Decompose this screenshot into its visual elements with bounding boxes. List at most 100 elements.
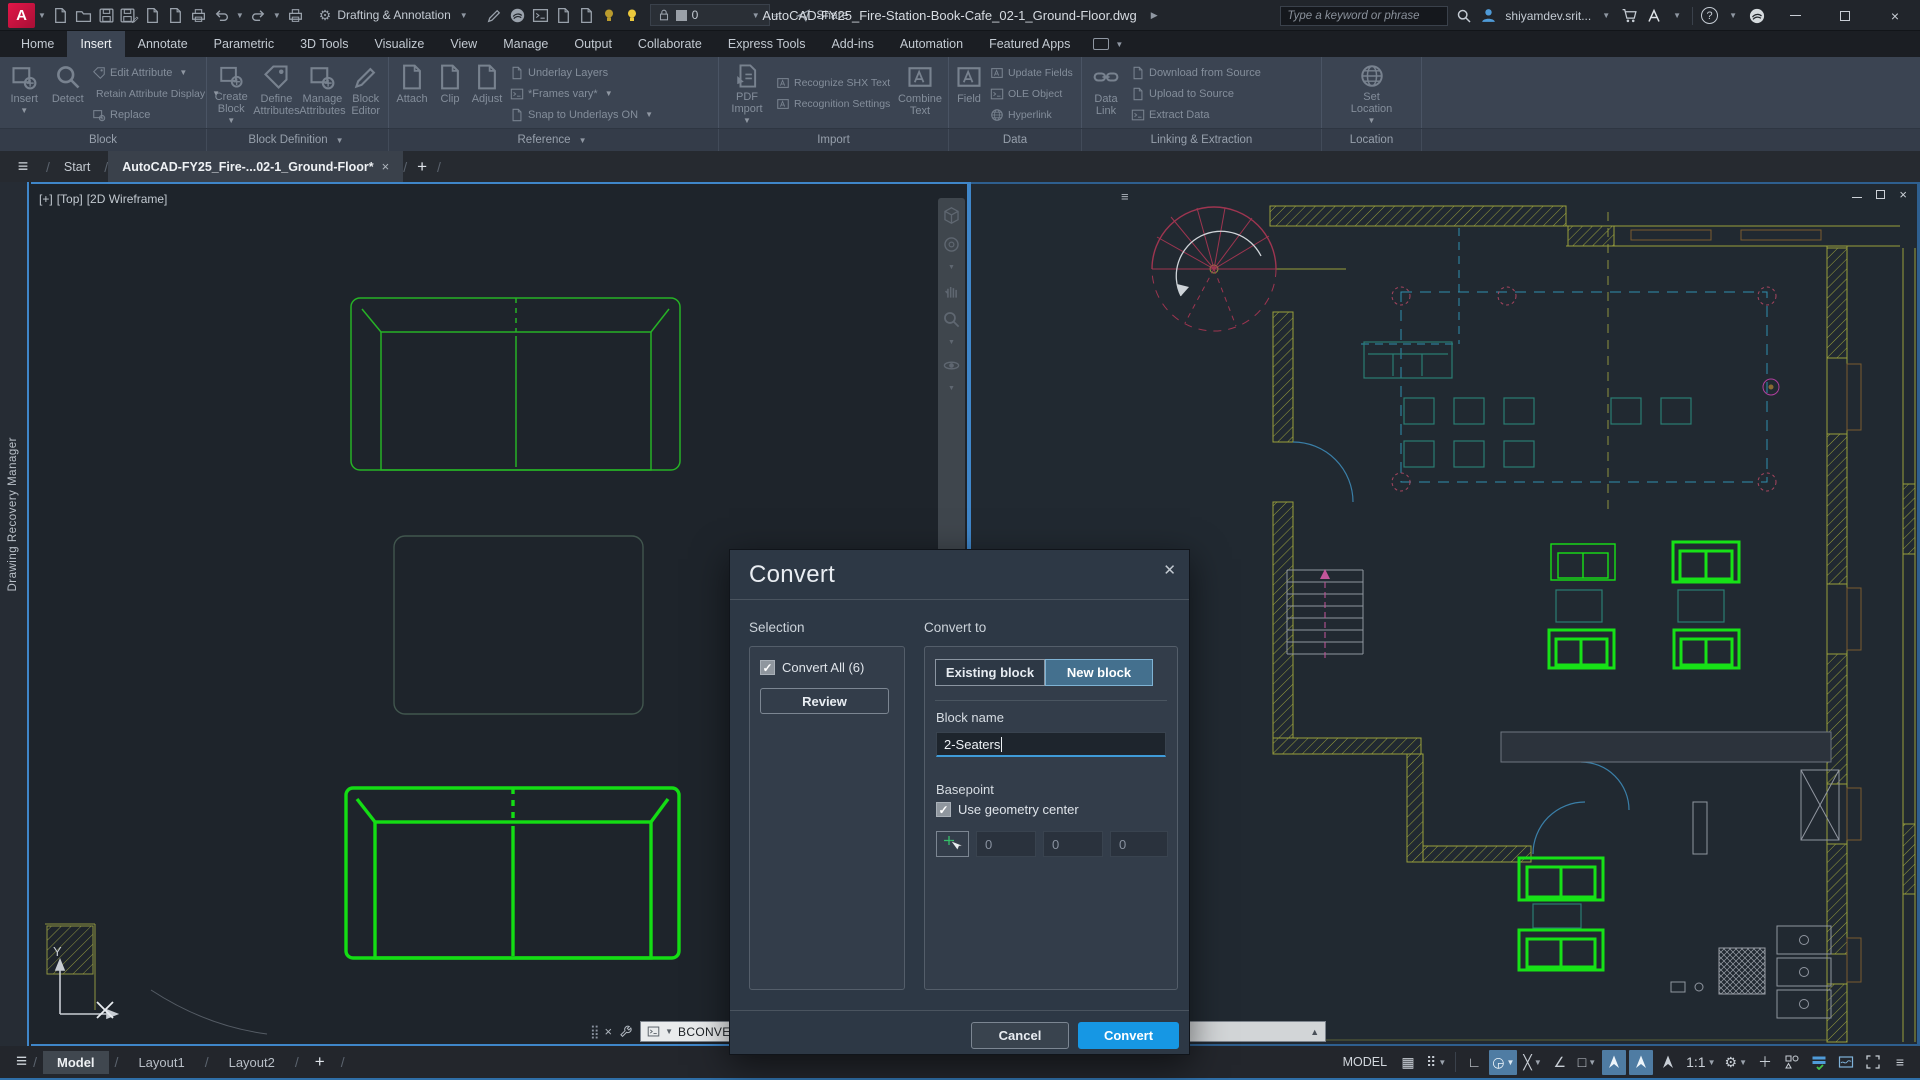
pan-hand-icon[interactable] — [942, 281, 961, 300]
layout-menu-icon[interactable]: ≡ — [16, 1051, 27, 1073]
recognition-settings-button[interactable]: Recognition Settings — [776, 95, 892, 113]
workspace-plus-icon[interactable]: ＋ — [1753, 1050, 1777, 1075]
tab-featured-apps[interactable]: Featured Apps — [976, 31, 1083, 57]
open-file-icon[interactable] — [72, 4, 95, 27]
app-menu-button[interactable]: A — [8, 3, 35, 28]
lineweight-icon[interactable] — [1656, 1050, 1680, 1075]
convert-button[interactable]: Convert — [1078, 1022, 1179, 1049]
pane-close-icon[interactable]: × — [1899, 187, 1907, 202]
basepoint-z-input[interactable] — [1110, 831, 1168, 857]
navbar-arrow3-icon[interactable]: ▼ — [948, 385, 955, 392]
command-history-expand-icon[interactable]: ▲ — [1310, 1027, 1319, 1037]
help-icon[interactable]: ? — [1701, 7, 1718, 24]
close-button[interactable]: × — [1874, 0, 1916, 31]
panel-label-data[interactable]: Data — [949, 129, 1082, 151]
plot-icon[interactable] — [187, 4, 210, 27]
panel-label-location[interactable]: Location — [1322, 129, 1422, 151]
command-dock-grip[interactable]: ⣿ — [590, 1024, 598, 1040]
attach-button[interactable]: Attach — [391, 60, 433, 127]
autodesk-logo-icon[interactable] — [1646, 8, 1662, 24]
block-editor-button[interactable]: Block Editor — [345, 60, 386, 127]
navigation-wheel-icon[interactable] — [942, 235, 961, 254]
replace-button[interactable]: Replace — [92, 106, 201, 124]
tab-express-tools[interactable]: Express Tools — [715, 31, 819, 57]
render-icon[interactable] — [506, 4, 529, 27]
hyperlink-button[interactable]: Hyperlink — [990, 106, 1076, 124]
tab-output[interactable]: Output — [561, 31, 625, 57]
panel-label-block[interactable]: Block — [0, 129, 207, 151]
undo-arrow-icon[interactable]: ▼ — [236, 11, 244, 20]
title-chevron-icon[interactable]: ▶ — [1151, 10, 1158, 21]
update-fields-button[interactable]: Update Fields — [990, 64, 1076, 82]
block-name-input[interactable]: 2-Seaters — [936, 732, 1166, 757]
dialog-close-icon[interactable]: ✕ — [1163, 561, 1176, 579]
data-link-button[interactable]: Data Link — [1084, 60, 1128, 127]
viewport-style-control[interactable]: [2D Wireframe] — [87, 192, 168, 206]
basepoint-y-input[interactable] — [1043, 831, 1103, 857]
new-block-toggle[interactable]: New block — [1045, 659, 1153, 686]
panel-label-linking[interactable]: Linking & Extraction — [1082, 129, 1322, 151]
convert-all-checkbox-row[interactable]: ✓ Convert All (6) — [760, 660, 864, 675]
doc-search-icon[interactable] — [552, 4, 575, 27]
detect-button[interactable]: Detect — [46, 60, 89, 127]
tab-collaborate[interactable]: Collaborate — [625, 31, 715, 57]
pane-restore-icon[interactable] — [1876, 190, 1885, 199]
navbar-arrow2-icon[interactable]: ▼ — [948, 339, 955, 346]
recent-commands-arrow-icon[interactable]: ▼ — [665, 1027, 673, 1036]
field-button[interactable]: Field — [951, 60, 987, 127]
undo-icon[interactable] — [210, 4, 233, 27]
polar-tracking-icon[interactable]: ◶▼ — [1489, 1050, 1517, 1075]
tab-start[interactable]: Start — [50, 151, 104, 182]
pdf-import-button[interactable]: PDF Import▼ — [721, 60, 773, 127]
layout2-tab[interactable]: Layout2 — [215, 1051, 289, 1074]
review-button[interactable]: Review — [760, 688, 889, 714]
export-icon[interactable] — [141, 4, 164, 27]
ribbon-display-toggle[interactable]: ▼ — [1083, 31, 1136, 57]
clip-button[interactable]: Clip — [433, 60, 467, 127]
ortho-toggle-icon[interactable]: ∟ — [1462, 1050, 1486, 1075]
underlay-layers-button[interactable]: Underlay Layers — [510, 64, 709, 82]
pane-minimize-icon[interactable] — [1852, 197, 1862, 199]
define-attributes-button[interactable]: Define Attributes — [253, 60, 299, 127]
existing-block-toggle[interactable]: Existing block — [935, 659, 1045, 686]
bulb-bright-icon[interactable] — [621, 4, 644, 27]
set-location-button[interactable]: Set Location▼ — [1342, 60, 1402, 127]
viewport-plus-control[interactable]: [+] — [39, 192, 53, 206]
customization-icon[interactable]: ≡ — [1888, 1050, 1912, 1075]
viewport-view-control[interactable]: [Top] — [57, 192, 83, 206]
navigation-bar[interactable]: ▼ ▼ ▼ — [938, 198, 965, 570]
edit-attribute-button[interactable]: Edit Attribute▼ — [92, 64, 201, 82]
tab-view[interactable]: View — [437, 31, 490, 57]
signed-in-user[interactable]: shiyamdev.srit... — [1505, 9, 1591, 23]
tab-add-ins[interactable]: Add-ins — [818, 31, 886, 57]
tab-insert[interactable]: Insert — [67, 31, 124, 57]
viewcube-icon[interactable] — [942, 206, 961, 225]
tab-visualize[interactable]: Visualize — [362, 31, 438, 57]
save-as-icon[interactable] — [118, 4, 141, 27]
geometry-center-row[interactable]: ✓ Use geometry center — [936, 802, 1079, 817]
command-close-icon[interactable]: × — [605, 1024, 613, 1039]
workspace-switcher[interactable]: ⚙ Drafting & Annotation ▼ — [313, 5, 477, 26]
layout1-tab[interactable]: Layout1 — [124, 1051, 198, 1074]
adjust-button[interactable]: Adjust — [467, 60, 507, 127]
recognize-shx-button[interactable]: Recognize SHX Text — [776, 74, 892, 92]
create-block-button[interactable]: Create Block▼ — [209, 60, 253, 127]
osnap-tracking-icon[interactable] — [1602, 1050, 1626, 1075]
dynamic-input-icon[interactable] — [1629, 1050, 1653, 1075]
help-arrow-icon[interactable]: ▼ — [1729, 11, 1737, 20]
ole-object-button[interactable]: OLE Object — [990, 85, 1076, 103]
doc-edit-icon[interactable] — [575, 4, 598, 27]
tab-manage[interactable]: Manage — [490, 31, 561, 57]
insert-block-button[interactable]: Insert▼ — [2, 60, 46, 127]
fullscreen-icon[interactable] — [1861, 1050, 1885, 1075]
user-avatar-icon[interactable] — [1480, 7, 1497, 24]
sheet-set-icon[interactable] — [529, 4, 552, 27]
graphics-performance-icon[interactable] — [1807, 1050, 1831, 1075]
import-icon[interactable] — [164, 4, 187, 27]
markup-icon[interactable] — [483, 4, 506, 27]
panel-label-import[interactable]: Import — [719, 129, 949, 151]
annotation-angle-icon[interactable]: ∠ — [1548, 1050, 1572, 1075]
tab-3d-tools[interactable]: 3D Tools — [287, 31, 361, 57]
upload-to-source-button[interactable]: Upload to Source — [1131, 85, 1310, 103]
new-file-icon[interactable] — [49, 4, 72, 27]
